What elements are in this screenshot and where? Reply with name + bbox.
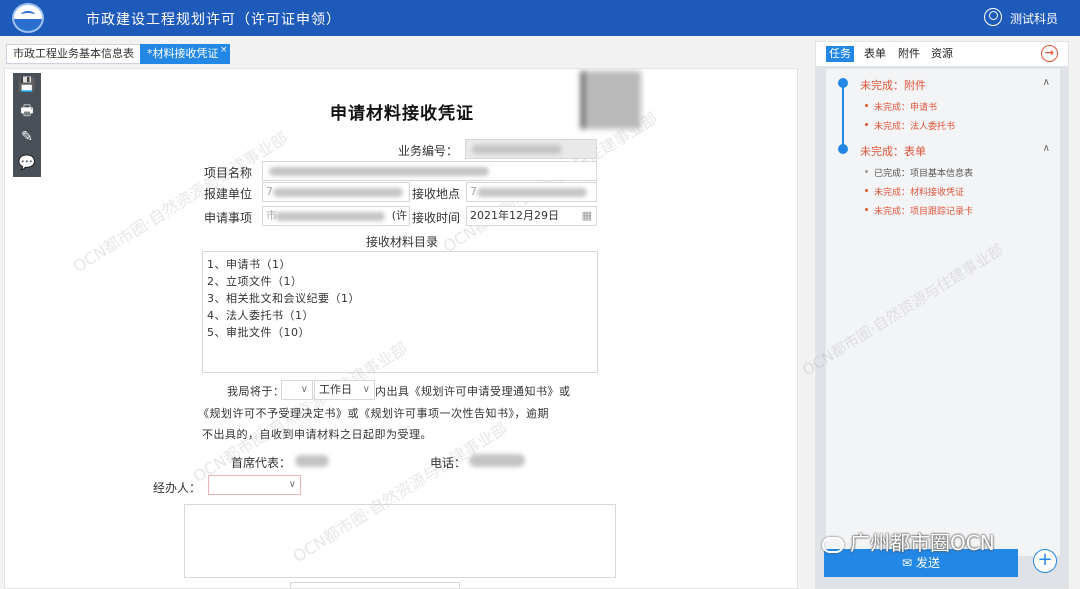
catalog-textarea[interactable]: 1、申请书（1） 2、立项文件（1） 3、相关批文和会议纪要（1） 4、法人委托…: [202, 251, 598, 373]
app-header: 市政建设工程规划许可（许可证申领） 测试科员: [0, 0, 1080, 36]
side-tabs: 任务 表单 附件 资源 →: [816, 42, 1068, 66]
tab-basic-info[interactable]: 市政工程业务基本信息表: [6, 44, 141, 64]
project-name-field[interactable]: [262, 161, 597, 181]
watermark: OCN都市圈·自然资源与住建事业部: [799, 240, 1007, 380]
workday-select[interactable]: 工作日 ∨: [314, 380, 375, 400]
qr-code-redacted: [581, 71, 641, 129]
user-name[interactable]: 测试科员: [1010, 10, 1058, 27]
calendar-icon[interactable]: ▦: [582, 207, 592, 225]
task-item[interactable]: 已完成：项目基本信息表: [864, 166, 973, 179]
chevron-down-icon: ∨: [362, 384, 370, 395]
handler-select[interactable]: ∨: [208, 475, 301, 495]
catalog-item: 1、申请书（1）: [207, 258, 291, 271]
side-tab-attachment[interactable]: 附件: [895, 46, 923, 62]
apply-item-label: 申请事项: [204, 211, 253, 225]
catalog-item: 3、相关批文和会议纪要（1）: [207, 292, 360, 305]
task-item[interactable]: 未完成：项目跟踪记录卡: [864, 204, 973, 217]
save-icon[interactable]: 💾: [17, 75, 37, 95]
group-form[interactable]: 未完成：表单: [860, 143, 926, 159]
group-attachment[interactable]: 未完成：附件: [860, 77, 926, 93]
bottom-field[interactable]: [290, 582, 460, 588]
task-list: 未完成：附件 ∧ 未完成：申请书 未完成：法人委托书 未完成：表单 ∧ 已完成：…: [799, 69, 1060, 556]
tab-material-receipt[interactable]: *材料接收凭证 ×: [140, 44, 230, 64]
side-tab-resource[interactable]: 资源: [928, 46, 956, 62]
days-select[interactable]: ∨: [281, 380, 313, 400]
comment-icon[interactable]: 💬: [17, 153, 37, 173]
catalog-item: 2、立项文件（1）: [207, 275, 303, 288]
notice-line2: 《规划许可不予受理决定书》或《规划许可事项一次性告知书》，逾期: [198, 407, 549, 420]
apply-item-field[interactable]: 市 (许: [262, 206, 410, 226]
catalog-item: 4、法人委托书（1）: [207, 309, 314, 322]
add-icon[interactable]: +: [1033, 549, 1057, 573]
remarks-textarea[interactable]: [184, 504, 616, 578]
close-icon[interactable]: ×: [220, 41, 228, 59]
timeline-dot: [838, 78, 848, 88]
timeline-dot: [838, 144, 848, 154]
task-item[interactable]: 未完成：法人委托书: [864, 119, 955, 132]
chevron-down-icon: ∨: [300, 384, 308, 395]
form-toolbar: 💾 🖶 ✎ 💬: [13, 73, 41, 177]
side-tab-task[interactable]: 任务: [826, 46, 854, 62]
phone-label: 电话：: [430, 456, 467, 470]
app-title: 市政建设工程规划许可（许可证申领）: [86, 12, 341, 28]
notice-line1: 内出具《规划许可申请受理通知书》或: [375, 385, 571, 398]
handler-label: 经办人：: [153, 481, 202, 495]
chevron-up-icon[interactable]: ∧: [1043, 143, 1050, 154]
chevron-up-icon[interactable]: ∧: [1043, 77, 1050, 88]
receive-place-field[interactable]: 7: [466, 182, 597, 202]
receive-time-field[interactable]: 2021年12月29日 ▦: [466, 206, 597, 226]
business-no-field[interactable]: [465, 139, 597, 159]
notice-line3: 不出具的，自收到申请材料之日起即为受理。: [202, 428, 432, 441]
user-icon[interactable]: [984, 8, 1002, 26]
rep-value-redacted: [295, 455, 329, 467]
project-name-label: 项目名称: [204, 166, 253, 180]
notice-prefix: 我局将于：: [227, 385, 285, 398]
brand-watermark: 广州都市圈OCN: [822, 527, 995, 556]
tab-bar: 市政工程业务基本信息表 *材料接收凭证 ×: [0, 36, 810, 68]
unit-field[interactable]: 7: [262, 182, 410, 202]
timeline-line: [842, 81, 844, 149]
catalog-item: 5、审批文件（10）: [207, 326, 310, 339]
task-item[interactable]: 未完成：材料接收凭证: [864, 185, 964, 198]
task-panel: 任务 表单 附件 资源 → 未完成：附件 ∧ 未完成：申请书 未完成：法人委托书…: [799, 41, 1069, 589]
receive-place-label: 接收地点: [412, 187, 461, 201]
phone-value-redacted: [469, 454, 525, 467]
edit-icon[interactable]: ✎: [17, 127, 37, 147]
receive-time-label: 接收时间: [412, 211, 461, 225]
chevron-down-icon: ∨: [288, 479, 296, 490]
task-item[interactable]: 未完成：申请书: [864, 100, 937, 113]
business-no-label: 业务编号：: [398, 144, 459, 158]
catalog-title: 接收材料目录: [365, 235, 438, 249]
rep-label: 首席代表：: [231, 456, 292, 470]
unit-label: 报建单位: [204, 187, 253, 201]
form-title: 申请材料接收凭证: [330, 104, 474, 124]
side-tab-form[interactable]: 表单: [861, 46, 889, 62]
logo: [12, 3, 44, 33]
form-panel: OCN都市圈·自然资源与住建事业部 OCN都市圈·自然资源与住建事业部 OCN都…: [4, 68, 798, 589]
arrow-right-icon[interactable]: →: [1041, 45, 1058, 62]
mail-icon: ✉: [902, 556, 913, 570]
